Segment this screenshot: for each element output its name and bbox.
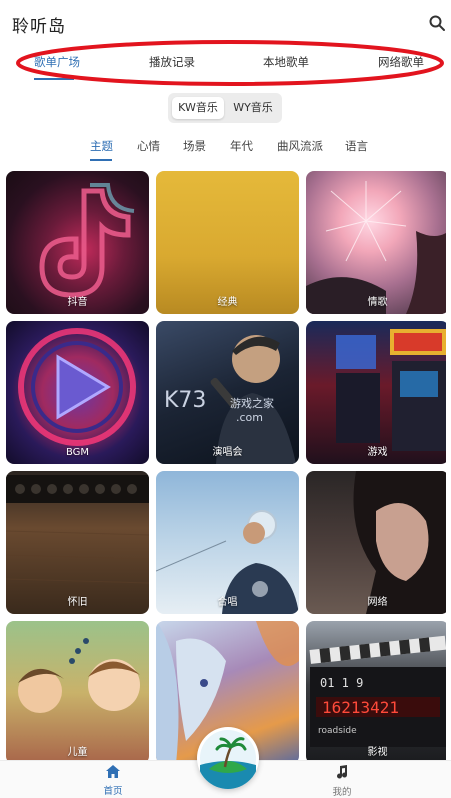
- music-source-toggle: KW音乐 WY音乐: [168, 93, 282, 123]
- svg-text:16213421: 16213421: [322, 698, 399, 717]
- island-center-button[interactable]: [197, 727, 259, 789]
- tab-play-history[interactable]: 播放记录: [149, 54, 195, 70]
- playlist-card-label: 抖音: [67, 297, 88, 308]
- svg-text:游戏之家: 游戏之家: [230, 396, 274, 410]
- playlist-card-label: 经典: [217, 297, 238, 308]
- app-title: 聆听岛: [12, 17, 66, 37]
- nav-home-label: 首页: [103, 786, 123, 797]
- playlist-card[interactable]: BGM: [6, 321, 149, 464]
- playlist-card[interactable]: 儿童: [6, 621, 149, 761]
- source-option-kw[interactable]: KW音乐: [172, 97, 224, 119]
- playlist-card-label: 演唱会: [212, 447, 243, 458]
- active-category-indicator: [90, 159, 112, 161]
- playlist-grid: 抖音 经典 情歌 BGM K73 游戏之家 .com 演唱会 游戏 怀旧 合唱 …: [6, 171, 446, 761]
- tab-playlist-square[interactable]: 歌单广场: [34, 54, 80, 70]
- kids-art: [18, 638, 140, 713]
- category-tab-mood[interactable]: 心情: [137, 138, 160, 154]
- app-header: 聆听岛: [0, 0, 451, 46]
- playlist-card[interactable]: 情歌: [306, 171, 446, 314]
- search-icon: [429, 15, 445, 31]
- svg-text:.com: .com: [236, 411, 263, 424]
- playlist-card[interactable]: 抖音: [6, 171, 149, 314]
- playlist-card-label: 情歌: [367, 297, 388, 308]
- home-icon: [106, 765, 120, 778]
- island-icon: [200, 730, 256, 789]
- playlist-card[interactable]: 16213421 01 1 9 roadside 影视: [306, 621, 446, 761]
- playlist-card-label: 儿童: [67, 747, 88, 758]
- source-option-wy[interactable]: WY音乐: [228, 97, 278, 119]
- playlist-card-label: 怀旧: [67, 597, 88, 608]
- svg-text:K73: K73: [164, 388, 206, 413]
- playlist-card[interactable]: 合唱: [156, 471, 299, 614]
- nav-mine-button[interactable]: 我的: [312, 765, 372, 798]
- category-tab-era[interactable]: 年代: [230, 138, 253, 154]
- playlist-card-label: 影视: [367, 747, 388, 758]
- playlist-card-label: 合唱: [217, 597, 238, 608]
- play-button-art: [18, 328, 136, 446]
- playlist-card-label: 游戏: [367, 447, 388, 458]
- playlist-card[interactable]: K73 游戏之家 .com 演唱会: [156, 321, 299, 464]
- search-button[interactable]: [428, 14, 446, 32]
- nav-home-button[interactable]: 首页: [83, 765, 143, 797]
- playlist-card[interactable]: 怀旧: [6, 471, 149, 614]
- playlist-card[interactable]: 游戏: [306, 321, 446, 464]
- tab-local-playlists[interactable]: 本地歌单: [263, 54, 309, 70]
- playlist-card-label: 网络: [367, 597, 388, 608]
- category-tab-bar: 主题 心情 场景 年代 曲风流派 语言: [0, 134, 451, 164]
- tab-online-playlists[interactable]: 网络歌单: [378, 54, 424, 70]
- svg-text:01 1 9: 01 1 9: [320, 676, 363, 690]
- playlist-card[interactable]: 网络: [306, 471, 446, 614]
- category-tab-genre[interactable]: 曲风流派: [277, 138, 323, 154]
- active-tab-indicator: [34, 78, 74, 80]
- playlist-card[interactable]: 经典: [156, 171, 299, 314]
- svg-text:roadside: roadside: [318, 726, 357, 736]
- nav-mine-label: 我的: [332, 787, 352, 798]
- category-tab-scene[interactable]: 场景: [183, 138, 206, 154]
- category-tab-theme[interactable]: 主题: [90, 138, 113, 154]
- playlist-card-label: BGM: [65, 447, 90, 458]
- music-note-icon: [337, 765, 348, 779]
- clapperboard-art: 16213421 01 1 9 roadside: [309, 635, 446, 747]
- category-tab-language[interactable]: 语言: [345, 138, 368, 154]
- top-tab-bar: 歌单广场 播放记录 本地歌单 网络歌单: [0, 46, 451, 82]
